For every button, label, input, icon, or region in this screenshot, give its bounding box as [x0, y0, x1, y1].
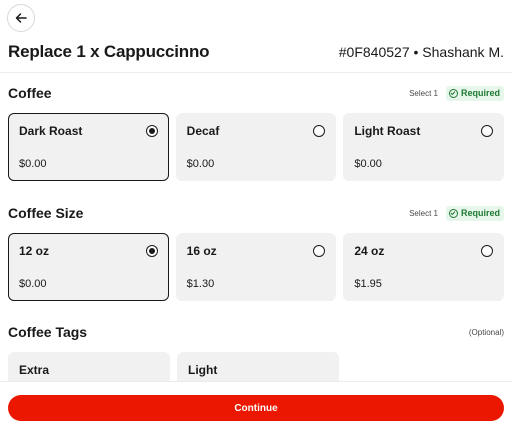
back-button[interactable] — [7, 4, 35, 32]
radio-empty-icon[interactable] — [481, 245, 494, 257]
option-name: Light Roast — [354, 124, 421, 138]
option-16-oz[interactable]: 16 oz $1.30 — [175, 233, 337, 301]
option-dark-roast[interactable]: Dark Roast $0.00 — [8, 113, 169, 181]
option-24-oz[interactable]: 24 oz $1.95 — [343, 233, 505, 301]
continue-button[interactable]: Continue — [8, 395, 504, 421]
option-light-roast[interactable]: Light Roast $0.00 — [343, 113, 505, 181]
radio-empty-icon[interactable] — [481, 125, 494, 137]
option-name: Dark Roast — [19, 124, 83, 138]
header-divider — [0, 72, 512, 73]
order-info: #0F840527 • Shashank M. — [338, 44, 504, 60]
section-header-coffee: Coffee Select 1 Required — [8, 83, 504, 103]
required-label: Required — [460, 208, 500, 218]
option-price: $1.95 — [354, 278, 382, 290]
section-title: Coffee Tags — [8, 324, 88, 340]
check-circle-icon — [448, 208, 458, 218]
footer-bar: Continue — [0, 381, 512, 427]
required-badge: Required — [445, 205, 504, 221]
section-title: Coffee — [8, 85, 52, 101]
select-note: Select 1 — [409, 208, 438, 218]
option-price: $0.00 — [354, 158, 382, 170]
option-price: $0.00 — [186, 158, 215, 170]
option-name: Decaf — [186, 124, 220, 138]
options-coffee-size: 12 oz $0.00 16 oz $1.30 24 oz $1.95 — [8, 233, 505, 301]
option-decaf[interactable]: Decaf $0.00 — [175, 113, 337, 181]
option-12-oz[interactable]: 12 oz $0.00 — [8, 233, 169, 301]
required-badge: Required — [445, 85, 504, 101]
option-name: 24 oz — [354, 244, 385, 258]
option-price: $1.30 — [186, 278, 215, 290]
radio-selected-icon[interactable] — [145, 125, 158, 137]
section-title: Coffee Size — [8, 205, 84, 221]
arrow-left-icon — [15, 13, 27, 23]
section-header-coffee-size: Coffee Size Select 1 Required — [8, 203, 504, 223]
check-circle-icon — [448, 88, 458, 98]
section-header-coffee-tags: Coffee Tags (Optional) — [8, 322, 504, 342]
page-header: Replace 1 x Cappuccinno #0F840527 • Shas… — [8, 40, 504, 64]
section-meta: Select 1 Required — [409, 205, 504, 221]
select-note: Select 1 — [409, 88, 438, 98]
page-title: Replace 1 x Cappuccinno — [8, 42, 210, 61]
section-meta: Select 1 Required — [409, 85, 504, 101]
option-name: Light — [188, 363, 218, 377]
section-meta: (Optional) — [469, 328, 504, 337]
options-coffee: Dark Roast $0.00 Decaf $0.00 Light Roast… — [8, 113, 505, 181]
option-name: 16 oz — [186, 244, 217, 258]
optional-note: (Optional) — [468, 327, 504, 337]
option-name: 12 oz — [19, 244, 50, 258]
option-price: $0.00 — [19, 158, 47, 170]
option-price: $0.00 — [19, 278, 47, 290]
required-label: Required — [460, 88, 500, 98]
radio-selected-icon[interactable] — [145, 245, 158, 257]
option-name: Extra — [19, 363, 50, 377]
